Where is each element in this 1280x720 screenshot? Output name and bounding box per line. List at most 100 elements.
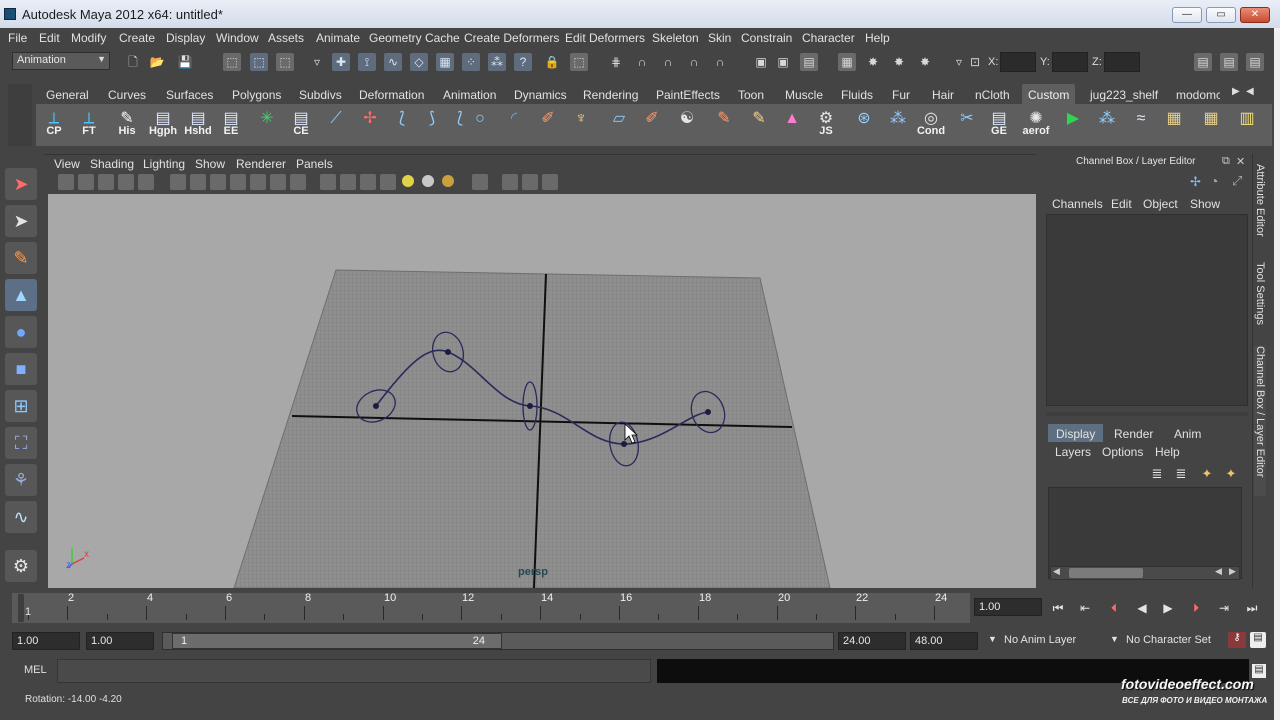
shelf-tool-ik-handle[interactable]: ✢ (356, 108, 384, 136)
manipulator-tool-icon[interactable]: ⊞ (5, 390, 37, 422)
edit-menu[interactable]: Edit (1111, 197, 1132, 211)
render-current-icon[interactable]: ✸ (864, 53, 882, 71)
side-tab-attribute-editor[interactable]: Attribute Editor (1254, 164, 1266, 244)
menu-window[interactable]: Window (216, 31, 259, 45)
shelf-tool-ft-tool[interactable]: ⟂ FT (75, 108, 103, 137)
snap-curve-icon[interactable]: ∩ (633, 53, 651, 71)
tab-display[interactable]: Display (1048, 424, 1104, 442)
shelf-tool-ep-curve[interactable]: ⟆ (418, 108, 446, 136)
script-editor-icon[interactable]: ▤ (1252, 664, 1266, 678)
film-gate-icon[interactable] (190, 174, 206, 190)
menu-edit[interactable]: Edit (39, 31, 60, 45)
current-time-field[interactable]: 1.00 (974, 598, 1042, 616)
lasso-tool-icon[interactable]: ➤ (5, 205, 37, 237)
curve-point-4[interactable] (621, 441, 627, 447)
hyper-icon[interactable]: ⤢ (1232, 173, 1242, 189)
shelf-tab-custom[interactable]: Custom (1022, 84, 1076, 104)
shelf-tab-general[interactable]: General (40, 84, 95, 104)
field-chart-icon[interactable] (250, 174, 266, 190)
arrow-left-icon[interactable]: ◀ (1246, 86, 1254, 97)
menu-geometry-cache[interactable]: Geometry Cache (369, 31, 460, 45)
shelf-tab-modomc[interactable]: modomc (1170, 84, 1220, 104)
gate-mask-icon[interactable] (230, 174, 246, 190)
curve-point-3[interactable] (527, 403, 533, 409)
shelf-tab-subdivs[interactable]: Subdivs (293, 84, 348, 104)
shelf-tool-sculpt[interactable]: ✎ (745, 108, 773, 136)
shelf-tool-paint-weights[interactable]: ✐ (534, 108, 562, 136)
mel-input[interactable] (57, 659, 651, 683)
shelf-tool-particles[interactable]: ⁂ (1093, 108, 1121, 136)
shelf-tab-painteffects[interactable]: PaintEffects (650, 84, 726, 104)
shelf-tab-dynamics[interactable]: Dynamics (508, 84, 573, 104)
shelf-tool-history[interactable]: ✎ His (113, 108, 141, 137)
toggle-channel-box-icon[interactable]: ▤ (1246, 53, 1264, 71)
step-forward-frame-button[interactable]: ⏵ (1186, 601, 1206, 617)
shelf-scroll-arrows[interactable]: ▶ ◀ (1232, 84, 1256, 102)
two-d-pan-zoom-icon[interactable] (118, 174, 134, 190)
range-slider-thumb[interactable]: 1 24 (172, 633, 502, 649)
shelf-tool-snap[interactable]: ☯ (673, 108, 701, 136)
character-set-chevron-icon[interactable]: ▼ (1106, 632, 1123, 650)
shelf-tab-muscle[interactable]: Muscle (779, 84, 829, 104)
shelf-tab-polygons[interactable]: Polygons (226, 84, 287, 104)
shelf-tab-ncloth[interactable]: nCloth (969, 84, 1016, 104)
render-view-icon[interactable]: ▦ (838, 53, 856, 71)
default-lighting-icon[interactable] (402, 175, 414, 187)
time-slider[interactable] (12, 593, 970, 623)
paint-select-tool-icon[interactable]: ✎ (5, 242, 37, 274)
new-scene-icon[interactable]: 🗋 (124, 53, 142, 71)
channel-list[interactable] (1046, 214, 1248, 406)
shelf-tool-lattice[interactable]: ▱ (605, 108, 633, 136)
shelf-tool-hypershade[interactable]: ▤ Hshd (184, 108, 212, 137)
shelf-tool-notes[interactable]: ▥ (1233, 108, 1261, 136)
shelf-tool-cp-tool[interactable]: ⟂ CP (40, 108, 68, 137)
menu-edit-deformers[interactable]: Edit Deformers (565, 31, 645, 45)
shelf-tool-cone-light[interactable]: ▲ (778, 108, 806, 136)
play-backwards-button[interactable]: ◀ (1132, 601, 1152, 617)
scroll-right-icon[interactable]: ▶ (1229, 566, 1236, 577)
toggle-attribute-editor-icon[interactable]: ▤ (1194, 53, 1212, 71)
shelf-tool-wire-deformer[interactable]: ✐ (638, 108, 666, 136)
shelf-options-handle[interactable] (8, 84, 32, 146)
shelf-tab-fluids[interactable]: Fluids (835, 84, 879, 104)
soft-mod-tool-icon[interactable]: ⛶ (5, 427, 37, 459)
menu-skeleton[interactable]: Skeleton (652, 31, 699, 45)
lock-selection-icon[interactable]: 🔒 (543, 53, 561, 71)
select-tool-icon[interactable]: ➤ (5, 168, 37, 200)
animation-preferences-icon[interactable]: ▤ (1250, 632, 1266, 648)
scroll-left-icon[interactable]: ◀ (1053, 566, 1060, 577)
shelf-tool-grid[interactable]: ▦ (1160, 108, 1188, 136)
grid-toggle-icon[interactable] (170, 174, 186, 190)
menu-constrain[interactable]: Constrain (741, 31, 792, 45)
create-empty-layer-icon[interactable]: ✦ (1198, 466, 1216, 482)
shelf-tab-deformation[interactable]: Deformation (353, 84, 430, 104)
image-plane-icon[interactable] (98, 174, 114, 190)
grease-pencil-icon[interactable] (138, 174, 154, 190)
menu-skin[interactable]: Skin (708, 31, 731, 45)
shadows-icon[interactable] (442, 175, 454, 187)
go-to-end-button[interactable]: ⏭ (1242, 601, 1262, 617)
anim-layer-chevron-icon[interactable]: ▼ (984, 632, 1001, 650)
shelf-tool-wrap[interactable]: ⊛ (850, 108, 878, 136)
render-settings-icon[interactable]: ✸ (916, 53, 934, 71)
panel-menu-renderer[interactable]: Renderer (236, 157, 286, 171)
shelf-tool-curve-flow[interactable]: ≈ (1127, 108, 1155, 136)
panel-menu-lighting[interactable]: Lighting (143, 157, 185, 171)
select-handles-icon[interactable]: ✚ (332, 53, 350, 71)
shelf-tool-cluster[interactable]: ♆ (567, 108, 595, 136)
shelf-tab-toon[interactable]: Toon (732, 84, 770, 104)
animation-end-field[interactable]: 48.00 (910, 632, 978, 650)
panel-menu-show[interactable]: Show (195, 157, 225, 171)
panel-divider-handle[interactable] (1046, 412, 1248, 416)
last-tool-icon[interactable]: ∿ (5, 501, 37, 533)
all-lights-icon[interactable] (422, 175, 434, 187)
curve-point-1[interactable] (373, 403, 379, 409)
layer-list-scrollbar[interactable]: ◀ ◀ ▶ (1050, 566, 1240, 580)
make-live-icon[interactable]: ∩ (711, 53, 729, 71)
rotate-tool-icon[interactable]: ● (5, 316, 37, 348)
select-component-icon[interactable]: ⬚ (276, 53, 294, 71)
ipr-render-icon[interactable]: ✸ (890, 53, 908, 71)
resolution-gate-icon[interactable] (210, 174, 226, 190)
menu-display[interactable]: Display (166, 31, 205, 45)
construction-history-icon[interactable]: ▤ (800, 53, 818, 71)
